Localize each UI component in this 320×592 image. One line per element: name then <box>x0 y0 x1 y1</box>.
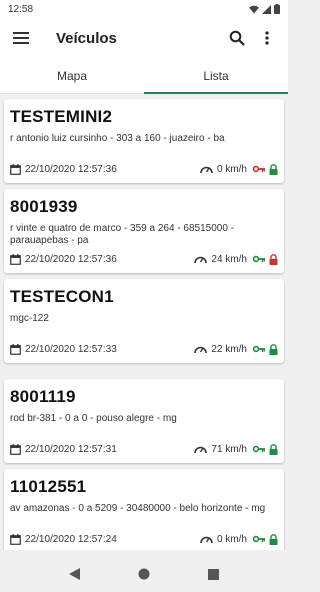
key-green-icon <box>253 255 265 263</box>
vehicle-card[interactable]: TESTEMINI2 r antonio luiz cursinho - 303… <box>4 99 284 183</box>
vehicle-speed: 22 km/h <box>211 343 247 355</box>
vehicle-name: 11012551 <box>10 477 87 496</box>
date-group: 22/10/2020 12:57:33 <box>10 343 194 355</box>
vehicle-speed: 0 km/h <box>216 163 247 175</box>
date-group: 22/10/2020 12:57:36 <box>10 253 194 265</box>
vehicle-name: TESTEMINI2 <box>10 107 113 126</box>
vehicle-card[interactable]: TESTECON1 mgc-122 22/10/2020 12:57:33 22… <box>4 279 284 363</box>
status-icons <box>253 253 278 265</box>
lock-red-icon <box>269 253 278 265</box>
speed-group: 24 km/h <box>194 254 247 265</box>
calendar-icon <box>10 163 21 175</box>
nav-home-button[interactable] <box>132 562 156 586</box>
speedometer-icon <box>194 346 208 354</box>
speed-group: 0 km/h <box>200 534 247 545</box>
vehicle-speed: 71 km/h <box>211 443 247 455</box>
lock-green-icon <box>269 163 278 175</box>
card-footer: 22/10/2020 12:57:31 71 km/h <box>10 442 278 456</box>
search-icon <box>229 30 245 46</box>
vehicle-card[interactable]: 8001119 rod br-381 - 0 a 0 - pouso alegr… <box>4 379 284 463</box>
calendar-icon <box>10 343 21 355</box>
battery-icon <box>274 4 280 14</box>
status-bar: 12:58 <box>0 0 288 18</box>
nav-recents-button[interactable] <box>201 562 225 586</box>
vehicle-datetime: 22/10/2020 12:57:36 <box>25 163 117 175</box>
vehicle-name: 8001119 <box>10 387 76 406</box>
card-footer: 22/10/2020 12:57:33 22 km/h <box>10 342 278 356</box>
vehicle-datetime: 22/10/2020 12:57:33 <box>25 343 117 355</box>
vehicle-name: TESTECON1 <box>10 287 114 306</box>
speedometer-icon <box>200 166 213 174</box>
lock-green-icon <box>269 343 278 355</box>
key-green-icon <box>253 535 265 543</box>
more-vert-icon <box>265 31 269 45</box>
calendar-icon <box>10 253 21 265</box>
key-red-icon <box>253 165 265 173</box>
status-icons <box>253 443 278 455</box>
card-footer: 22/10/2020 12:57:24 0 km/h <box>10 532 278 546</box>
lock-green-icon <box>269 533 278 545</box>
vehicle-datetime: 22/10/2020 12:57:24 <box>25 533 117 545</box>
calendar-icon <box>10 533 21 545</box>
vehicle-datetime: 22/10/2020 12:57:36 <box>25 253 117 265</box>
menu-icon <box>13 32 29 44</box>
nav-back-button[interactable] <box>63 562 87 586</box>
back-icon <box>69 568 81 580</box>
vehicle-address: r vinte e quatro de marco - 359 a 264 - … <box>10 223 235 246</box>
tab-mapa[interactable]: Mapa <box>0 58 144 93</box>
speed-group: 71 km/h <box>194 444 247 455</box>
vehicle-datetime: 22/10/2020 12:57:31 <box>25 443 117 455</box>
status-icons <box>249 4 280 14</box>
vehicle-address: mgc-122 <box>10 313 49 324</box>
speed-group: 0 km/h <box>200 164 247 175</box>
more-options-button[interactable] <box>254 25 280 51</box>
status-icons <box>253 533 278 545</box>
key-green-icon <box>253 345 265 353</box>
tab-bar: Mapa Lista <box>0 58 288 94</box>
wifi-icon <box>249 5 259 13</box>
key-green-icon <box>253 445 265 453</box>
tab-lista[interactable]: Lista <box>144 58 288 94</box>
vehicle-address: av amazonas - 0 a 5209 - 30480000 - belo… <box>10 503 266 514</box>
speedometer-icon <box>194 446 208 454</box>
calendar-icon <box>10 443 21 455</box>
vehicle-speed: 0 km/h <box>216 533 247 545</box>
status-icons <box>253 163 278 175</box>
menu-button[interactable] <box>8 25 34 51</box>
speed-group: 22 km/h <box>194 344 247 355</box>
date-group: 22/10/2020 12:57:36 <box>10 163 200 175</box>
date-group: 22/10/2020 12:57:24 <box>10 533 200 545</box>
vehicle-address: r antonio luiz cursinho - 303 a 160 - ju… <box>10 133 225 144</box>
status-time: 12:58 <box>8 3 34 15</box>
recents-icon <box>207 568 219 580</box>
home-icon <box>138 568 150 580</box>
vehicle-address: rod br-381 - 0 a 0 - pouso alegre - mg <box>10 413 177 424</box>
vehicle-card[interactable]: 11012551 av amazonas - 0 a 5209 - 304800… <box>4 469 284 550</box>
vehicle-name: 8001939 <box>10 197 78 216</box>
speedometer-icon <box>200 536 213 544</box>
page-title: Veículos <box>56 29 117 47</box>
vehicle-speed: 24 km/h <box>211 253 247 265</box>
vehicle-list: TESTEMINI2 r antonio luiz cursinho - 303… <box>0 94 288 550</box>
search-button[interactable] <box>224 25 250 51</box>
card-footer: 22/10/2020 12:57:36 0 km/h <box>10 162 278 176</box>
app-bar: Veículos <box>0 18 288 58</box>
status-icons <box>253 343 278 355</box>
speedometer-icon <box>194 256 208 264</box>
date-group: 22/10/2020 12:57:31 <box>10 443 194 455</box>
vehicle-card[interactable]: 8001939 r vinte e quatro de marco - 359 … <box>4 189 284 273</box>
lock-green-icon <box>269 443 278 455</box>
card-footer: 22/10/2020 12:57:36 24 km/h <box>10 252 278 266</box>
signal-icon <box>262 4 271 14</box>
system-nav-bar <box>0 556 288 592</box>
